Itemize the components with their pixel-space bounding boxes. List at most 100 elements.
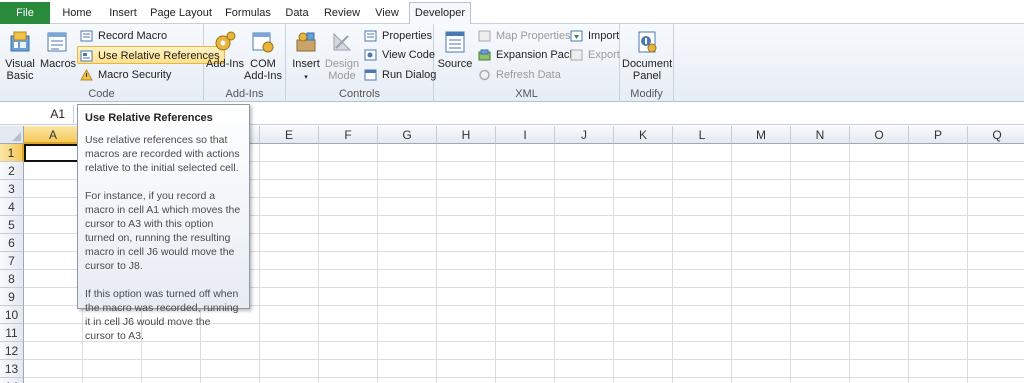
insert-control-button[interactable]: Insert ▾ xyxy=(288,30,324,84)
run-dialog-button[interactable]: Run Dialog xyxy=(362,66,436,84)
tab-developer[interactable]: Developer xyxy=(409,2,471,24)
column-header[interactable]: K xyxy=(614,126,673,144)
properties-label: Properties xyxy=(382,30,433,42)
import-button[interactable]: Import xyxy=(568,27,619,45)
group-code-label: Code xyxy=(88,88,115,100)
group-add-ins-label: Add-Ins xyxy=(225,88,264,100)
xml-source-icon xyxy=(445,31,465,53)
row-header[interactable]: 4 xyxy=(0,198,24,216)
column-header[interactable]: M xyxy=(732,126,791,144)
column-header[interactable]: N xyxy=(791,126,850,144)
macros-button[interactable]: Macros xyxy=(40,30,76,70)
com-add-ins-button[interactable]: COM Add-Ins xyxy=(244,30,282,82)
properties-button[interactable]: Properties xyxy=(362,27,432,45)
refresh-data-button[interactable]: Refresh Data xyxy=(476,66,561,84)
map-properties-button[interactable]: Map Properties xyxy=(476,27,571,45)
tooltip-title: Use Relative References xyxy=(85,112,213,124)
column-header[interactable]: I xyxy=(496,126,555,144)
group-xml: Source Map Properties Expansion Packs Re… xyxy=(434,24,620,102)
run-dialog-label: Run Dialog xyxy=(382,69,437,81)
run-dialog-icon xyxy=(364,69,377,81)
row-header[interactable]: 12 xyxy=(0,342,24,360)
column-header[interactable]: F xyxy=(319,126,378,144)
tab-page-layout[interactable]: Page Layout xyxy=(148,3,214,24)
tab-view[interactable]: View xyxy=(370,3,404,24)
macros-icon xyxy=(47,32,67,52)
document-panel-icon xyxy=(638,31,657,53)
row-header[interactable]: 11 xyxy=(0,324,24,342)
ribbon-tab-bar: File Home Insert Page Layout Formulas Da… xyxy=(0,0,1024,24)
row-header[interactable]: 6 xyxy=(0,234,24,252)
column-header[interactable]: L xyxy=(673,126,732,144)
document-panel-button[interactable]: Document Panel xyxy=(622,30,672,82)
select-all-button[interactable] xyxy=(0,126,24,144)
row-header[interactable]: 5 xyxy=(0,216,24,234)
row-header[interactable]: 9 xyxy=(0,288,24,306)
com-add-ins-icon xyxy=(252,32,274,53)
source-button[interactable]: Source xyxy=(436,30,474,70)
excel-window: File Home Insert Page Layout Formulas Da… xyxy=(0,0,1024,383)
row-header[interactable]: 7 xyxy=(0,252,24,270)
design-mode-label: Design Mode xyxy=(324,58,360,82)
column-header[interactable]: Q xyxy=(968,126,1024,144)
group-modify-label: Modify xyxy=(630,88,663,100)
dropdown-arrow-icon: ▾ xyxy=(304,74,308,81)
tab-formulas[interactable]: Formulas xyxy=(220,3,276,24)
design-mode-icon xyxy=(333,32,352,51)
add-ins-button[interactable]: Add-Ins xyxy=(206,30,244,70)
row-header[interactable]: 1 xyxy=(0,144,24,162)
record-macro-button[interactable]: Record Macro xyxy=(78,27,167,45)
column-header[interactable]: J xyxy=(555,126,614,144)
refresh-icon xyxy=(479,69,490,81)
view-code-button[interactable]: View Code xyxy=(362,46,435,64)
name-box[interactable]: A1 xyxy=(0,105,74,123)
visual-basic-icon xyxy=(10,31,30,52)
ribbon: Visual Basic Macros Record Macro Use Rel… xyxy=(0,24,1024,102)
view-code-label: View Code xyxy=(382,49,435,61)
group-controls: Insert ▾ Design Mode Properties View Code… xyxy=(286,24,436,102)
source-label: Source xyxy=(437,58,473,70)
column-header[interactable]: O xyxy=(850,126,909,144)
tab-home[interactable]: Home xyxy=(54,3,100,24)
gridline xyxy=(24,377,1024,378)
com-add-ins-label: COM Add-Ins xyxy=(244,58,282,82)
group-controls-label: Controls xyxy=(339,88,380,100)
group-add-ins: Add-Ins COM Add-Ins Add-Ins xyxy=(204,24,286,102)
map-properties-label: Map Properties xyxy=(496,30,571,42)
use-relative-references-button[interactable]: Use Relative References xyxy=(77,46,225,64)
import-label: Import xyxy=(588,30,620,42)
column-header[interactable]: P xyxy=(909,126,968,144)
row-header[interactable]: 3 xyxy=(0,180,24,198)
expansion-packs-icon xyxy=(478,49,491,61)
visual-basic-button[interactable]: Visual Basic xyxy=(3,30,37,82)
group-code: Visual Basic Macros Record Macro Use Rel… xyxy=(0,24,225,102)
group-xml-label: XML xyxy=(515,88,538,100)
column-header[interactable]: E xyxy=(260,126,319,144)
tooltip: Use Relative References Use relative ref… xyxy=(77,104,250,342)
row-header[interactable]: 13 xyxy=(0,360,24,378)
expansion-packs-button[interactable]: Expansion Packs xyxy=(476,46,580,64)
row-header[interactable]: 14 xyxy=(0,378,24,383)
row-header[interactable]: 10 xyxy=(0,306,24,324)
toolbox-icon xyxy=(296,32,316,52)
row-header[interactable]: 8 xyxy=(0,270,24,288)
properties-icon xyxy=(364,30,377,42)
export-label: Export xyxy=(588,49,620,61)
tab-data[interactable]: Data xyxy=(280,3,314,24)
tab-insert[interactable]: Insert xyxy=(102,3,144,24)
export-button[interactable]: Export xyxy=(568,46,620,64)
tooltip-paragraph-2: For instance, if you record a macro in c… xyxy=(85,190,241,272)
row-header[interactable]: 2 xyxy=(0,162,24,180)
warning-icon xyxy=(80,69,93,81)
map-properties-icon xyxy=(478,30,491,42)
tab-file[interactable]: File xyxy=(0,2,50,24)
column-header[interactable]: G xyxy=(378,126,437,144)
macro-security-button[interactable]: Macro Security xyxy=(78,66,171,84)
column-header[interactable]: H xyxy=(437,126,496,144)
column-header[interactable]: A xyxy=(24,126,83,144)
relative-references-icon xyxy=(80,50,93,62)
add-ins-label: Add-Ins xyxy=(206,58,244,70)
tab-review[interactable]: Review xyxy=(320,3,364,24)
design-mode-button[interactable]: Design Mode xyxy=(324,30,360,82)
group-modify: Document Panel Modify xyxy=(620,24,674,102)
